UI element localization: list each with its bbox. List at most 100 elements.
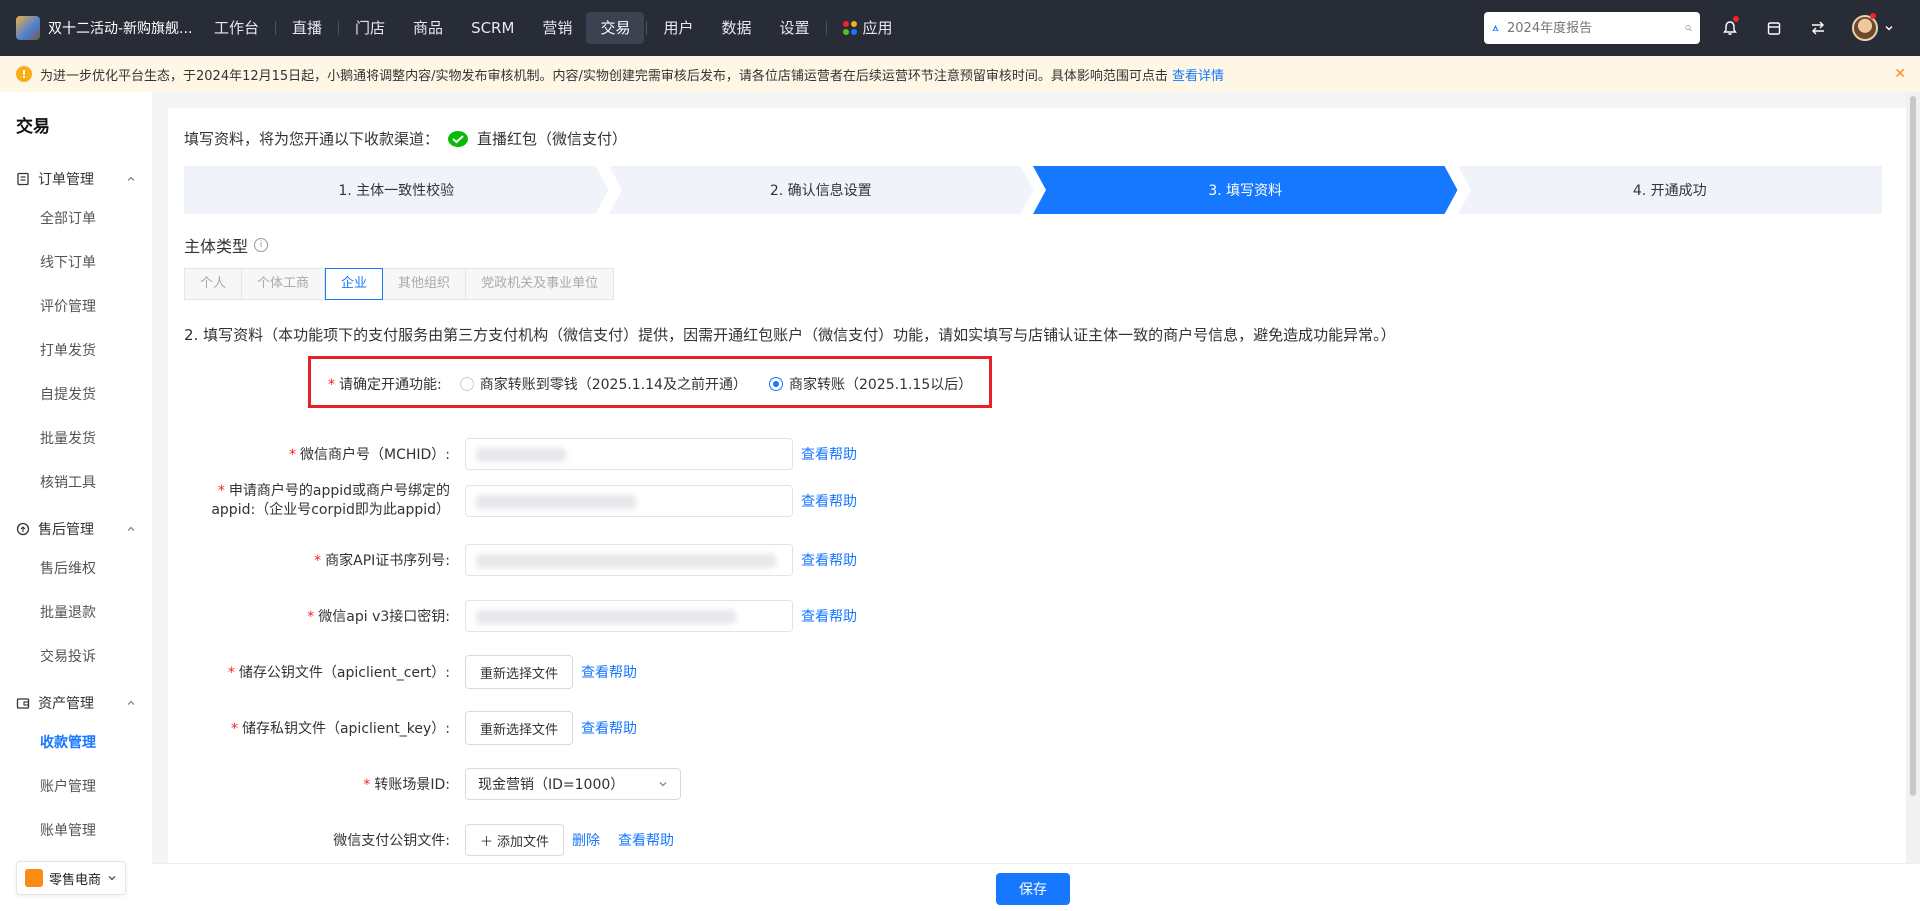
nav-divider <box>825 21 827 35</box>
cert-serial-label-text: 商家API证书序列号: <box>325 553 450 569</box>
subject-tab-other-org[interactable]: 其他组织 <box>383 269 467 299</box>
pubkey-label: 微信支付公钥文件: <box>333 833 450 849</box>
pubkey-row: 微信支付公钥文件: ＋ 添加文件 删除 查看帮助 <box>168 824 674 856</box>
appid-help-link[interactable]: 查看帮助 <box>801 491 857 511</box>
step-4: 4. 开通成功 <box>1457 166 1882 214</box>
apiv3-key-input[interactable] <box>465 600 793 632</box>
radio-transfer-to-change[interactable]: 商家转账到零钱（2025.1.14及之前开通） <box>459 374 747 394</box>
user-menu[interactable] <box>1852 13 1894 41</box>
nav-divider <box>646 21 648 35</box>
cert-file-label: * 储存公钥文件（apiclient_cert）: <box>227 665 450 681</box>
sidebar-item-verify-tool[interactable]: 核销工具 <box>0 461 152 505</box>
apiv3-key-label-text: 微信api v3接口密钥: <box>318 609 450 625</box>
chevron-down-icon <box>108 876 116 881</box>
delete-link[interactable]: 删除 <box>572 830 600 850</box>
switch-button[interactable] <box>1796 12 1840 44</box>
nav-trade[interactable]: 交易 <box>586 12 645 44</box>
subject-tab-government[interactable]: 党政机关及事业单位 <box>466 269 613 299</box>
nav-scrm[interactable]: SCRM <box>457 12 528 44</box>
close-icon[interactable]: ✕ <box>1894 66 1906 82</box>
shop-type-icon <box>25 869 43 887</box>
shop-switcher[interactable]: 零售电商 <box>16 861 127 895</box>
notice-details-link[interactable]: 查看详情 <box>1172 65 1224 84</box>
reselect-key-file-button[interactable]: 重新选择文件 <box>465 711 574 745</box>
switch-arrows-icon <box>1812 21 1824 35</box>
appid-input[interactable] <box>465 485 793 517</box>
cert-file-row: * 储存公钥文件（apiclient_cert）: 重新选择文件 查看帮助 <box>168 655 637 689</box>
shop-brand[interactable]: 双十二活动-新购旗舰... <box>0 0 200 56</box>
nav-marketing[interactable]: 营销 <box>528 12 586 44</box>
store-button[interactable] <box>1752 12 1796 44</box>
nav-data[interactable]: 数据 <box>707 12 765 44</box>
radio-merchant-transfer[interactable]: 商家转账（2025.1.15以后） <box>768 374 973 394</box>
sidebar: 交易 订单管理 全部订单 线下订单 评价管理 打单发货 自提发货 批量发货 核销… <box>0 92 152 911</box>
page-scrollbar[interactable] <box>1906 92 1920 863</box>
sidebar-item-batch-ship[interactable]: 批量发货 <box>0 417 152 461</box>
sidebar-item-reviews[interactable]: 评价管理 <box>0 285 152 329</box>
appid-row: * 申请商户号的appid或商户号绑定的 appid:（企业号corpid即为此a… <box>168 482 857 520</box>
wechat-pay-icon <box>448 130 469 147</box>
sidebar-item-pickup[interactable]: 自提发货 <box>0 373 152 417</box>
masked-value <box>476 448 566 462</box>
key-file-help-link[interactable]: 查看帮助 <box>581 718 637 738</box>
sidebar-item-complaints[interactable]: 交易投诉 <box>0 635 152 679</box>
reselect-cert-file-button[interactable]: 重新选择文件 <box>465 655 574 689</box>
nav-settings[interactable]: 设置 <box>765 12 823 44</box>
sidebar-item-all-orders[interactable]: 全部订单 <box>0 197 152 241</box>
sidebar-item-collection[interactable]: 收款管理 <box>0 721 152 765</box>
nav-workbench[interactable]: 工作台 <box>200 12 273 44</box>
sidebar-item-offline-orders[interactable]: 线下订单 <box>0 241 152 285</box>
notification-button[interactable] <box>1708 12 1752 44</box>
scrollbar-thumb[interactable] <box>1910 96 1916 796</box>
sidebar-item-batch-refund[interactable]: 批量退款 <box>0 591 152 635</box>
nav-users[interactable]: 用户 <box>649 12 707 44</box>
nav-store[interactable]: 门店 <box>341 12 399 44</box>
save-button[interactable]: 保存 <box>996 873 1070 905</box>
info-icon[interactable]: i <box>254 238 269 252</box>
search-input[interactable] <box>1507 20 1677 36</box>
chevron-down-icon <box>659 782 667 787</box>
add-file-button[interactable]: ＋ 添加文件 <box>465 824 565 856</box>
channel-name: 直播红包（微信支付） <box>477 130 628 148</box>
sidebar-group-aftersale[interactable]: 售后管理 <box>0 511 152 547</box>
nav-live[interactable]: 直播 <box>278 12 336 44</box>
cert-serial-input[interactable] <box>465 544 793 576</box>
main-panel: 填写资料，将为您开通以下收款渠道： 直播红包（微信支付） 1. 主体一致性校验 … <box>168 108 1920 911</box>
channel-row: 填写资料，将为您开通以下收款渠道： 直播红包（微信支付） <box>184 128 627 149</box>
subject-tab-individual[interactable]: 个体工商 <box>242 269 326 299</box>
pubkey-help-link[interactable]: 查看帮助 <box>618 830 674 850</box>
sidebar-group-label: 订单管理 <box>38 172 94 188</box>
footer-action-bar: 保存 <box>152 863 1920 911</box>
nav-apps-label: 应用 <box>862 19 893 37</box>
nav-apps[interactable]: 应用 <box>829 12 907 44</box>
sidebar-group-assets[interactable]: 资产管理 <box>0 685 152 721</box>
sidebar-group-orders[interactable]: 订单管理 <box>0 161 152 197</box>
warning-icon: ! <box>16 66 32 82</box>
apiv3-key-help-link[interactable]: 查看帮助 <box>801 606 857 626</box>
cert-serial-help-link[interactable]: 查看帮助 <box>801 550 857 570</box>
sidebar-item-accounts[interactable]: 账户管理 <box>0 765 152 809</box>
cert-serial-label: * 商家API证书序列号: <box>314 553 450 569</box>
radio-label: 商家转账（2025.1.15以后） <box>788 377 973 393</box>
scene-id-select[interactable]: 现金营销（ID=1000） <box>465 768 681 800</box>
sidebar-title: 交易 <box>16 117 50 137</box>
sidebar-item-rights[interactable]: 售后维权 <box>0 547 152 591</box>
scene-id-value: 现金营销（ID=1000） <box>478 777 625 793</box>
key-file-row: * 储存私钥文件（apiclient_key）: 重新选择文件 查看帮助 <box>168 711 637 745</box>
subject-tab-personal[interactable]: 个人 <box>185 269 243 299</box>
chevron-up-icon <box>127 700 135 705</box>
cert-file-help-link[interactable]: 查看帮助 <box>581 662 637 682</box>
masked-value <box>476 495 636 509</box>
scene-id-row: * 转账场景ID: 现金营销（ID=1000） <box>168 768 681 800</box>
cert-file-label-text: 储存公钥文件（apiclient_cert）: <box>238 665 450 681</box>
mchid-row: * 微信商户号（MCHID）: 查看帮助 <box>168 438 857 470</box>
search-icon[interactable] <box>1685 21 1692 35</box>
subject-tab-enterprise[interactable]: 企业 <box>325 268 384 300</box>
sidebar-item-print-ship[interactable]: 打单发货 <box>0 329 152 373</box>
step-label: 2. 确认信息设置 <box>769 183 872 199</box>
nav-goods[interactable]: 商品 <box>399 12 457 44</box>
mchid-input[interactable] <box>465 438 793 470</box>
sidebar-group-label: 售后管理 <box>38 522 94 538</box>
mchid-help-link[interactable]: 查看帮助 <box>801 444 857 464</box>
global-search[interactable] <box>1484 12 1700 44</box>
